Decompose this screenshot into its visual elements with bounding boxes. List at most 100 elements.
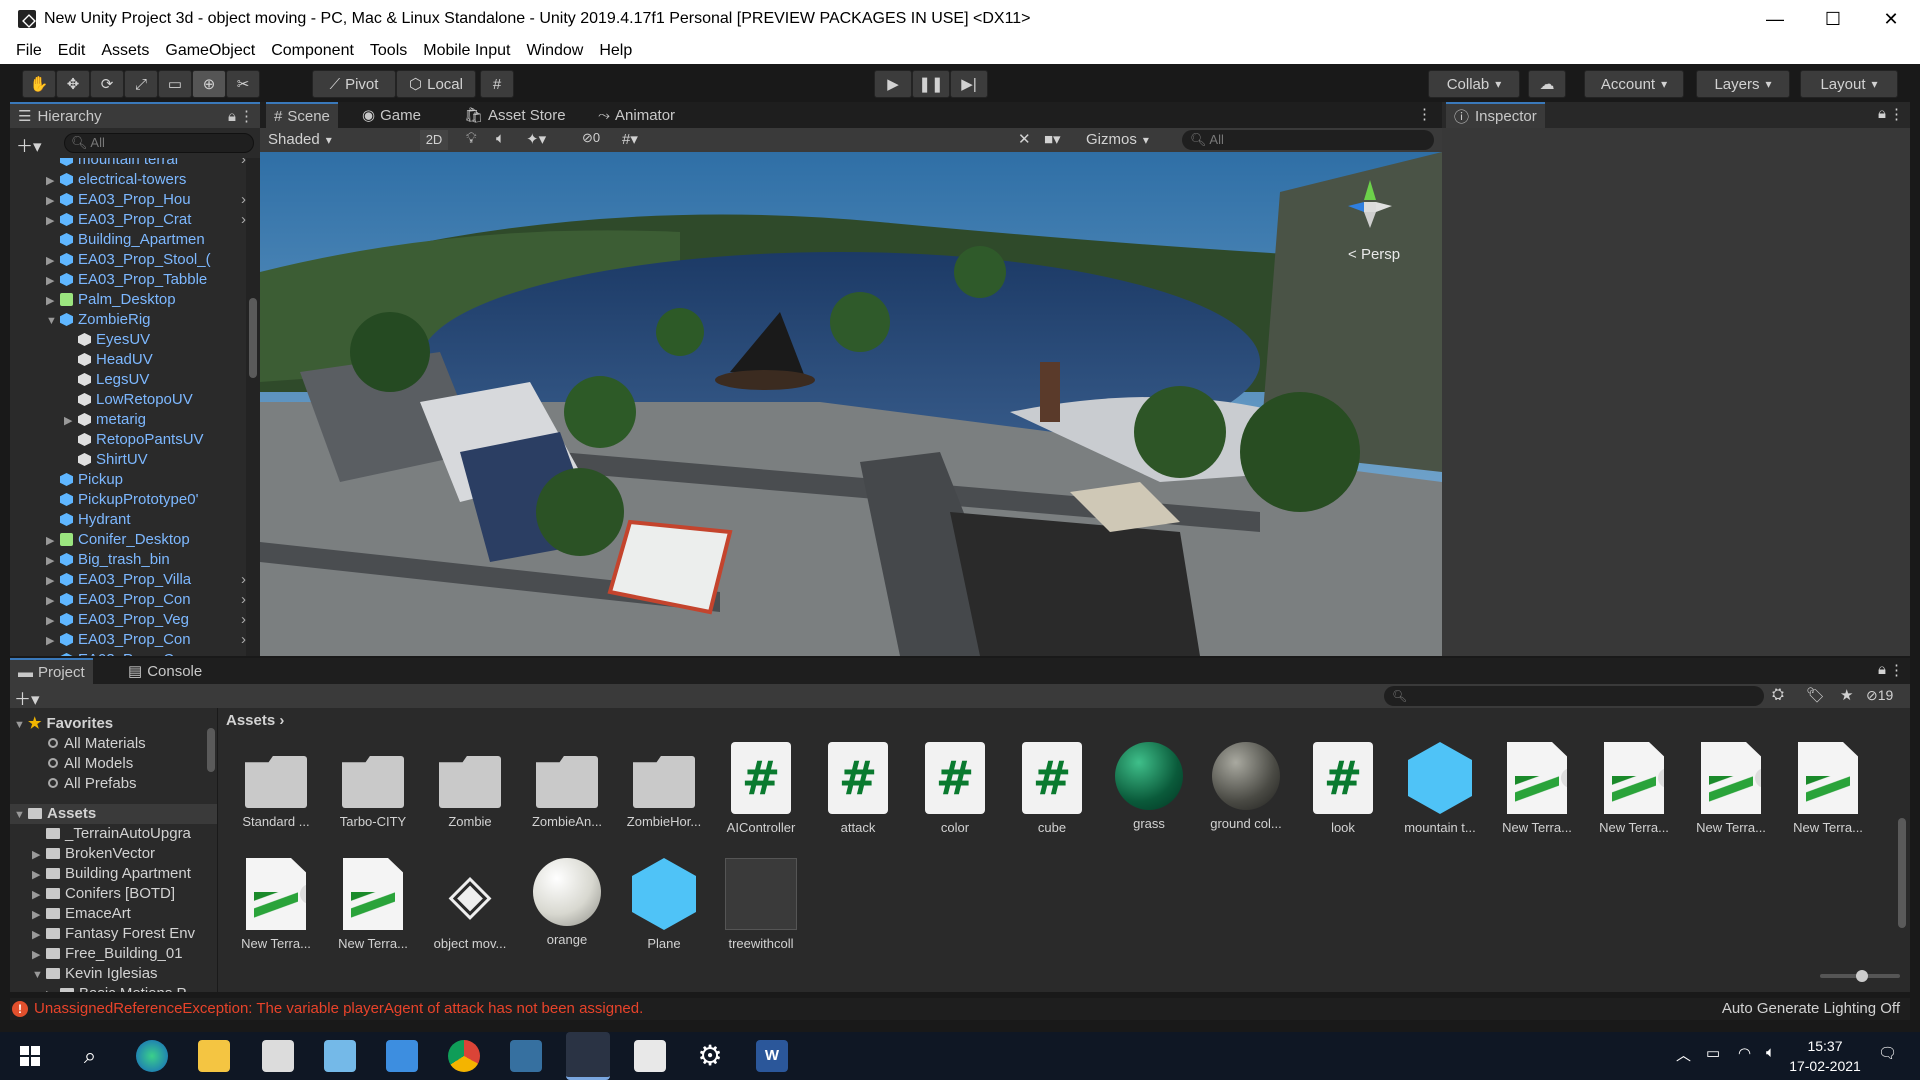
hierarchy-item[interactable]: Hydrant bbox=[60, 510, 246, 530]
notepad-icon[interactable] bbox=[324, 1040, 356, 1072]
word-icon[interactable]: W bbox=[756, 1040, 788, 1072]
layers-dropdown[interactable]: Layers bbox=[1696, 70, 1790, 98]
lock-icon[interactable]: 🔒︎ bbox=[228, 108, 236, 125]
tray-chevron-icon[interactable]: ︿ bbox=[1676, 1044, 1691, 1065]
transform-tool-icon[interactable]: ⊕ bbox=[192, 70, 226, 98]
hierarchy-item[interactable]: ▶ EA03_Prop_Tabble bbox=[46, 270, 246, 290]
2d-toggle[interactable]: 2D bbox=[420, 130, 448, 150]
asset-item[interactable]: ground col... bbox=[1200, 742, 1292, 831]
menu-gameobject[interactable]: GameObject bbox=[165, 42, 255, 60]
unity-hub-icon[interactable] bbox=[566, 1032, 610, 1080]
project-more-icon[interactable]: ⋮ bbox=[1889, 661, 1904, 679]
project-lock-icon[interactable]: 🔒︎ bbox=[1878, 661, 1886, 678]
expand-play-icon[interactable] bbox=[300, 884, 306, 904]
asset-item[interactable]: New Terra... bbox=[1685, 742, 1777, 835]
lighting-toggle-icon[interactable]: 💡︎ bbox=[466, 130, 477, 147]
tab-asset-store[interactable]: 🛍︎ Asset Store bbox=[456, 102, 574, 128]
folder-expand-icon[interactable]: ▶ bbox=[46, 985, 60, 992]
expand-right-icon[interactable]: ▶ bbox=[46, 651, 60, 656]
tab-animator[interactable]: ⤳ Animator bbox=[590, 102, 683, 128]
asset-item[interactable]: ZombieAn... bbox=[521, 742, 613, 829]
assets-folder-item[interactable]: ▶ BrokenVector bbox=[32, 844, 155, 864]
assets-folder-item[interactable]: ▶ Fantasy Forest Env bbox=[32, 924, 195, 944]
expand-right-icon[interactable]: ▶ bbox=[46, 171, 60, 191]
hierarchy-scrollbar[interactable] bbox=[246, 158, 260, 656]
expand-right-icon[interactable]: ▶ bbox=[46, 631, 60, 651]
expand-right-icon[interactable]: ▶ bbox=[46, 531, 60, 551]
expand-right-icon[interactable]: ▶ bbox=[46, 251, 60, 271]
windows-start-icon[interactable] bbox=[14, 1040, 46, 1072]
camera-settings-icon[interactable]: ■▾ bbox=[1044, 130, 1061, 148]
hand-tool-icon[interactable]: ✋ bbox=[22, 70, 56, 98]
scene-search-input[interactable]: 🔍︎ All bbox=[1182, 130, 1434, 150]
hierarchy-item[interactable]: ▶ EA03_Prop_Stool_( bbox=[46, 250, 246, 270]
hidden-packages-toggle[interactable]: ⊘19 bbox=[1866, 687, 1893, 704]
asset-item[interactable]: New Terra... bbox=[1782, 742, 1874, 835]
asset-grid-scroll-thumb[interactable] bbox=[1898, 818, 1906, 928]
expand-right-icon[interactable]: ▶ bbox=[46, 571, 60, 591]
folder-tree-scrollbar[interactable] bbox=[206, 714, 216, 984]
hierarchy-item[interactable]: PickupPrototype0' bbox=[60, 490, 246, 510]
asset-item[interactable]: Standard ... bbox=[230, 742, 322, 829]
grid-snap-icon[interactable]: # bbox=[480, 70, 514, 98]
rotate-tool-icon[interactable]: ⟳ bbox=[90, 70, 124, 98]
asset-item[interactable]: # look bbox=[1297, 742, 1389, 835]
hierarchy-item[interactable]: ▶ EA03_Prop_Crat › bbox=[46, 210, 246, 230]
audio-toggle-icon[interactable]: 🔈︎ bbox=[496, 130, 505, 147]
hierarchy-item[interactable]: Building_Apartmen bbox=[60, 230, 246, 250]
search-by-label-icon[interactable]: 🏷︎ bbox=[1806, 686, 1825, 704]
hierarchy-item[interactable]: HeadUV bbox=[78, 350, 246, 370]
hierarchy-item[interactable]: ShirtUV bbox=[78, 450, 246, 470]
assets-folder-item[interactable]: _TerrainAutoUpgra bbox=[32, 824, 191, 844]
expand-right-icon[interactable]: ▶ bbox=[46, 191, 60, 211]
more-menu-icon[interactable]: ⋮ bbox=[239, 107, 254, 125]
hierarchy-item[interactable]: ▶ Palm_Desktop bbox=[46, 290, 246, 310]
folder-expand-icon[interactable]: ▶ bbox=[32, 865, 46, 885]
collab-dropdown[interactable]: Collab bbox=[1428, 70, 1520, 98]
favorite-all-materials[interactable]: All Materials bbox=[48, 734, 146, 754]
edge-browser-icon[interactable] bbox=[136, 1040, 168, 1072]
project-search-input[interactable]: 🔍︎ bbox=[1384, 686, 1764, 706]
tab-project[interactable]: ▬ Project bbox=[10, 658, 93, 684]
file-explorer-icon[interactable] bbox=[198, 1040, 230, 1072]
inspector-more-icon[interactable]: ⋮ bbox=[1889, 105, 1904, 123]
tab-inspector[interactable]: ⓘ Inspector bbox=[1446, 102, 1545, 128]
local-toggle[interactable]: ⬡ Local bbox=[396, 70, 476, 98]
hierarchy-item[interactable]: Pickup bbox=[60, 470, 246, 490]
expand-play-icon[interactable] bbox=[1755, 768, 1761, 788]
folder-expand-icon[interactable]: ▶ bbox=[32, 845, 46, 865]
hierarchy-search-input[interactable]: 🔍︎ All bbox=[64, 133, 254, 153]
hierarchy-item[interactable]: ▶ electrical-towers bbox=[46, 170, 246, 190]
hierarchy-item[interactable]: ▶EA03_Prop_Con› bbox=[46, 630, 246, 650]
hierarchy-item[interactable]: LegsUV bbox=[78, 370, 246, 390]
folder-expand-icon[interactable]: ▶ bbox=[32, 945, 46, 965]
assets-folder-item[interactable]: ▶ Building Apartment bbox=[32, 864, 191, 884]
expand-right-icon[interactable]: ▶ bbox=[64, 411, 78, 431]
scene-tools-icon[interactable]: ✕ bbox=[1018, 130, 1031, 148]
close-button[interactable]: ✕ bbox=[1862, 0, 1920, 38]
play-button[interactable]: ▶ bbox=[874, 70, 912, 98]
hierarchy-item[interactable]: ▶ EA03_Prop_Hou › bbox=[46, 190, 246, 210]
asset-item[interactable]: New Terra... bbox=[230, 858, 322, 951]
grid-toggle-icon[interactable]: #▾ bbox=[622, 130, 638, 148]
expand-right-icon[interactable]: ▶ bbox=[46, 551, 60, 571]
assets-root[interactable]: ▼ Assets bbox=[10, 804, 217, 824]
project-create-icon[interactable]: ＋▾ bbox=[14, 685, 40, 710]
menu-tools[interactable]: Tools bbox=[370, 42, 407, 60]
assets-folder-item[interactable]: ▶ Conifers [BOTD] bbox=[32, 884, 175, 904]
menu-help[interactable]: Help bbox=[599, 42, 632, 60]
hierarchy-item[interactable]: mountain terrai › bbox=[60, 158, 246, 170]
mail-icon[interactable] bbox=[262, 1040, 294, 1072]
tab-game[interactable]: ◉ Game bbox=[354, 102, 429, 128]
asset-item[interactable]: # cube bbox=[1006, 742, 1098, 835]
expand-play-icon[interactable] bbox=[1561, 768, 1567, 788]
pivot-toggle[interactable]: ⟋ Pivot bbox=[312, 70, 396, 98]
custom-tool-icon[interactable]: ✂ bbox=[226, 70, 260, 98]
expand-right-icon[interactable]: ▶ bbox=[46, 591, 60, 611]
assets-folder-item[interactable]: ▶ EmaceArt bbox=[32, 904, 131, 924]
unity-editor-icon[interactable] bbox=[634, 1040, 666, 1072]
python-icon[interactable] bbox=[510, 1040, 542, 1072]
menu-assets[interactable]: Assets bbox=[101, 42, 149, 60]
asset-item[interactable]: New Terra... bbox=[1588, 742, 1680, 835]
expand-play-icon[interactable] bbox=[1658, 768, 1664, 788]
